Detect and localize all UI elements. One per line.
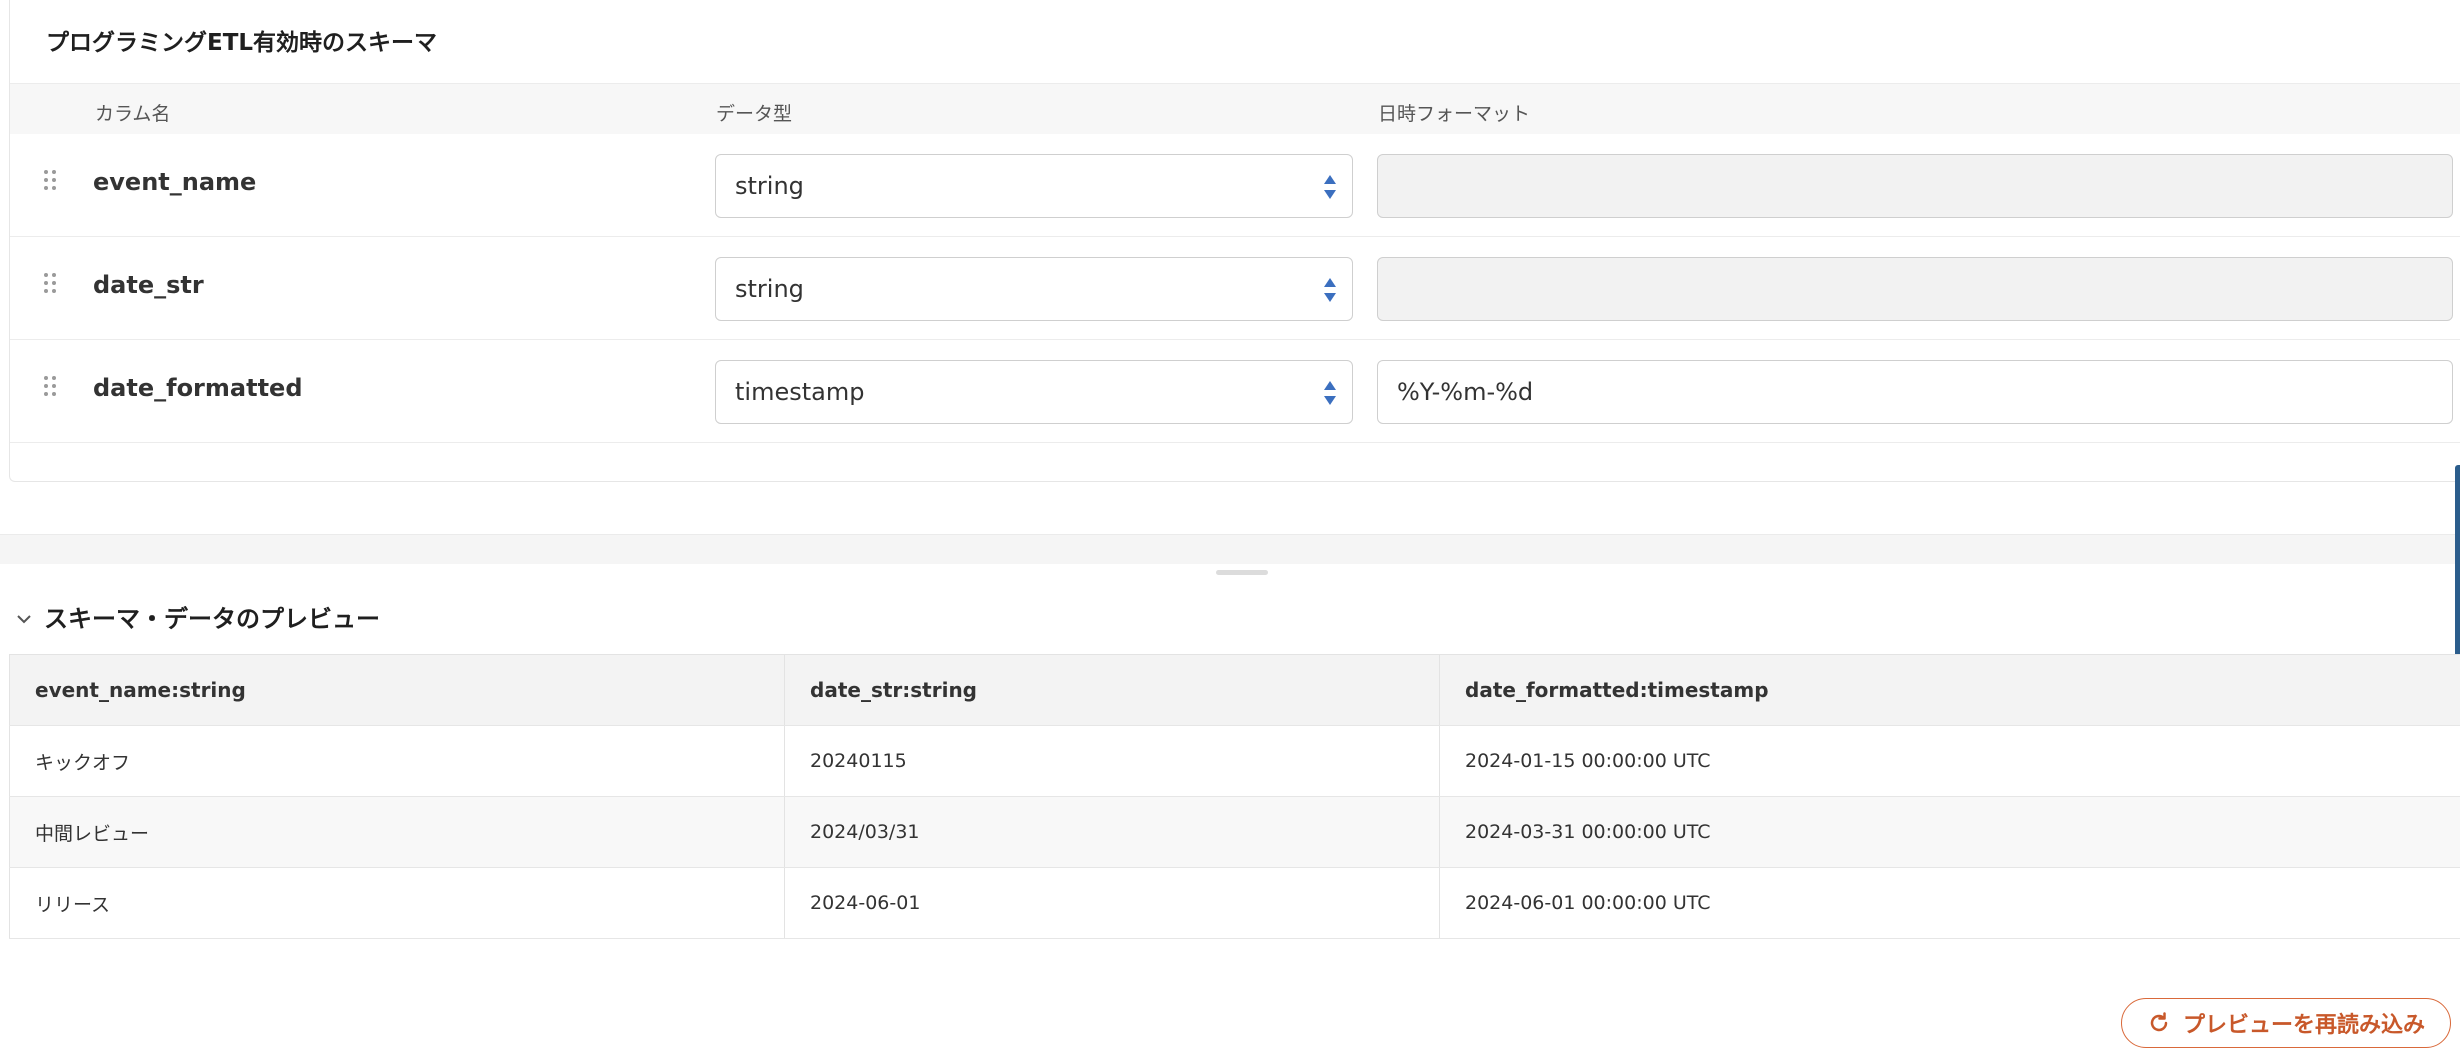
data-type-select[interactable]: timestamp bbox=[715, 360, 1353, 424]
table-row: キックオフ 20240115 2024-01-15 00:00:00 UTC bbox=[9, 725, 2460, 797]
table-cell: 2024-06-01 bbox=[784, 867, 1440, 939]
data-type-value: timestamp bbox=[735, 378, 865, 406]
schema-row: date_str string bbox=[10, 237, 2460, 340]
schema-table-header: カラム名 データ型 日時フォーマット bbox=[10, 83, 2460, 134]
header-data-type: データ型 bbox=[716, 103, 793, 125]
reload-icon bbox=[2150, 1012, 2168, 1032]
schema-row: event_name string bbox=[10, 134, 2460, 237]
preview-header-row: event_name:string date_str:string date_f… bbox=[9, 654, 2460, 726]
data-type-value: string bbox=[735, 172, 804, 200]
table-cell: 2024-03-31 00:00:00 UTC bbox=[1439, 796, 2460, 868]
datetime-format-input bbox=[1377, 154, 2453, 218]
data-type-select[interactable]: string bbox=[715, 154, 1353, 218]
drag-handle-icon[interactable] bbox=[42, 168, 58, 192]
table-cell: キックオフ bbox=[9, 725, 785, 797]
table-cell: 2024-01-15 00:00:00 UTC bbox=[1439, 725, 2460, 797]
table-cell: リリース bbox=[9, 867, 785, 939]
reload-preview-button[interactable]: プレビューを再読み込み bbox=[2121, 998, 2451, 1048]
header-datetime-format: 日時フォーマット bbox=[1378, 103, 1531, 125]
preview-column-header: event_name:string bbox=[9, 654, 785, 726]
datetime-format-input[interactable]: %Y-%m-%d bbox=[1377, 360, 2453, 424]
preview-toggle[interactable]: スキーマ・データのプレビュー bbox=[14, 598, 380, 634]
table-row: 中間レビュー 2024/03/31 2024-03-31 00:00:00 UT… bbox=[9, 796, 2460, 868]
select-arrows-icon bbox=[1324, 175, 1336, 199]
table-cell: 中間レビュー bbox=[9, 796, 785, 868]
column-name: event_name bbox=[93, 168, 257, 196]
table-cell: 20240115 bbox=[784, 725, 1440, 797]
drag-handle-icon[interactable] bbox=[42, 271, 58, 295]
schema-title: プログラミングETL有効時のスキーマ bbox=[46, 30, 438, 56]
preview-column-header: date_str:string bbox=[784, 654, 1440, 726]
reload-button-label: プレビューを再読み込み bbox=[2182, 1013, 2425, 1038]
table-row: リリース 2024-06-01 2024-06-01 00:00:00 UTC bbox=[9, 867, 2460, 939]
table-cell: 2024-06-01 00:00:00 UTC bbox=[1439, 867, 2460, 939]
header-column-name: カラム名 bbox=[95, 103, 171, 125]
preview-column-header: date_formatted:timestamp bbox=[1439, 654, 2460, 726]
datetime-format-input bbox=[1377, 257, 2453, 321]
column-name: date_formatted bbox=[93, 374, 303, 402]
select-arrows-icon bbox=[1324, 381, 1336, 405]
panel-splitter bbox=[0, 534, 2460, 564]
select-arrows-icon bbox=[1324, 278, 1336, 302]
table-cell: 2024/03/31 bbox=[784, 796, 1440, 868]
data-type-select[interactable]: string bbox=[715, 257, 1353, 321]
drag-handle-icon[interactable] bbox=[42, 374, 58, 398]
splitter-handle[interactable] bbox=[1216, 570, 1268, 575]
schema-row: date_formatted timestamp %Y-%m-%d bbox=[10, 340, 2460, 443]
preview-table: event_name:string date_str:string date_f… bbox=[9, 654, 2460, 939]
data-type-value: string bbox=[735, 275, 804, 303]
column-name: date_str bbox=[93, 271, 204, 299]
schema-panel: プログラミングETL有効時のスキーマ カラム名 データ型 日時フォーマット ev… bbox=[9, 0, 2460, 482]
preview-title: スキーマ・データのプレビュー bbox=[44, 604, 380, 633]
chevron-down-icon bbox=[17, 615, 31, 624]
